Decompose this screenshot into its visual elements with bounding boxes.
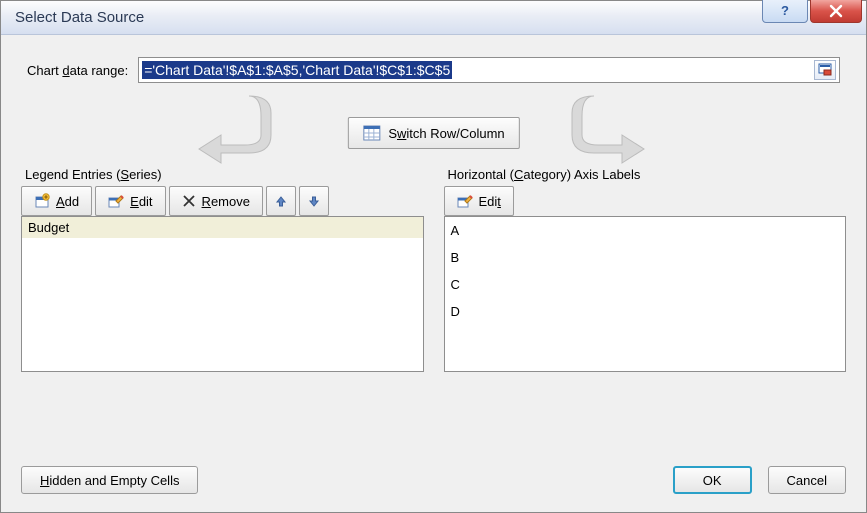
dialog-title: Select Data Source bbox=[15, 9, 144, 26]
select-data-source-dialog: Select Data Source ? Chart data range: =… bbox=[0, 0, 867, 513]
remove-icon bbox=[182, 194, 196, 208]
legend-toolbar: Add Edit bbox=[21, 186, 424, 216]
panels: Legend Entries (Series) Add bbox=[21, 167, 846, 372]
help-button[interactable]: ? bbox=[762, 0, 808, 23]
up-arrow-icon bbox=[275, 195, 287, 207]
chart-range-label: Chart data range: bbox=[27, 63, 128, 78]
titlebar: Select Data Source ? bbox=[1, 1, 866, 35]
switch-label: Switch Row/Column bbox=[388, 126, 504, 141]
list-item[interactable]: C bbox=[445, 271, 846, 298]
legend-panel: Legend Entries (Series) Add bbox=[21, 167, 424, 372]
edit-axis-button[interactable]: Edit bbox=[444, 186, 514, 216]
down-arrow-icon bbox=[308, 195, 320, 207]
list-item[interactable]: Budget bbox=[22, 217, 423, 238]
help-icon: ? bbox=[777, 3, 793, 19]
list-item[interactable]: A bbox=[445, 217, 846, 244]
cancel-button[interactable]: Cancel bbox=[768, 466, 846, 494]
chart-range-value: ='Chart Data'!$A$1:$A$5,'Chart Data'!$C$… bbox=[142, 61, 452, 79]
list-item[interactable]: B bbox=[445, 244, 846, 271]
ok-button[interactable]: OK bbox=[673, 466, 752, 494]
bottom-row: Hidden and Empty Cells OK Cancel bbox=[21, 466, 846, 494]
range-selector-icon bbox=[818, 63, 832, 77]
edit-icon bbox=[108, 193, 124, 209]
legend-title: Legend Entries (Series) bbox=[25, 167, 424, 182]
chart-range-row: Chart data range: ='Chart Data'!$A$1:$A$… bbox=[27, 57, 840, 83]
close-button[interactable] bbox=[810, 0, 862, 23]
axis-panel: Horizontal (Category) Axis Labels Edit bbox=[444, 167, 847, 372]
chart-range-input[interactable]: ='Chart Data'!$A$1:$A$5,'Chart Data'!$C$… bbox=[138, 57, 840, 83]
axis-listbox[interactable]: A B C D bbox=[444, 216, 847, 372]
edit-icon bbox=[457, 193, 473, 209]
dialog-body: Chart data range: ='Chart Data'!$A$1:$A$… bbox=[13, 43, 854, 500]
switch-icon bbox=[362, 125, 380, 141]
move-down-button[interactable] bbox=[299, 186, 329, 216]
arrow-left-decor bbox=[189, 91, 279, 169]
axis-title: Horizontal (Category) Axis Labels bbox=[448, 167, 847, 182]
arrow-right-decor bbox=[564, 91, 654, 169]
switch-row: Switch Row/Column bbox=[21, 103, 846, 167]
switch-row-column-button[interactable]: Switch Row/Column bbox=[347, 117, 519, 149]
remove-series-button[interactable]: Remove bbox=[169, 186, 263, 216]
move-up-button[interactable] bbox=[266, 186, 296, 216]
add-series-button[interactable]: Add bbox=[21, 186, 92, 216]
hidden-empty-cells-button[interactable]: Hidden and Empty Cells bbox=[21, 466, 198, 494]
window-buttons: ? bbox=[762, 0, 862, 23]
collapse-dialog-button[interactable] bbox=[814, 60, 836, 80]
edit-series-button[interactable]: Edit bbox=[95, 186, 165, 216]
svg-text:?: ? bbox=[781, 3, 789, 18]
legend-listbox[interactable]: Budget bbox=[21, 216, 424, 372]
close-icon bbox=[828, 3, 844, 19]
axis-toolbar: Edit bbox=[444, 186, 847, 216]
list-item[interactable]: D bbox=[445, 298, 846, 325]
add-icon bbox=[34, 193, 50, 209]
